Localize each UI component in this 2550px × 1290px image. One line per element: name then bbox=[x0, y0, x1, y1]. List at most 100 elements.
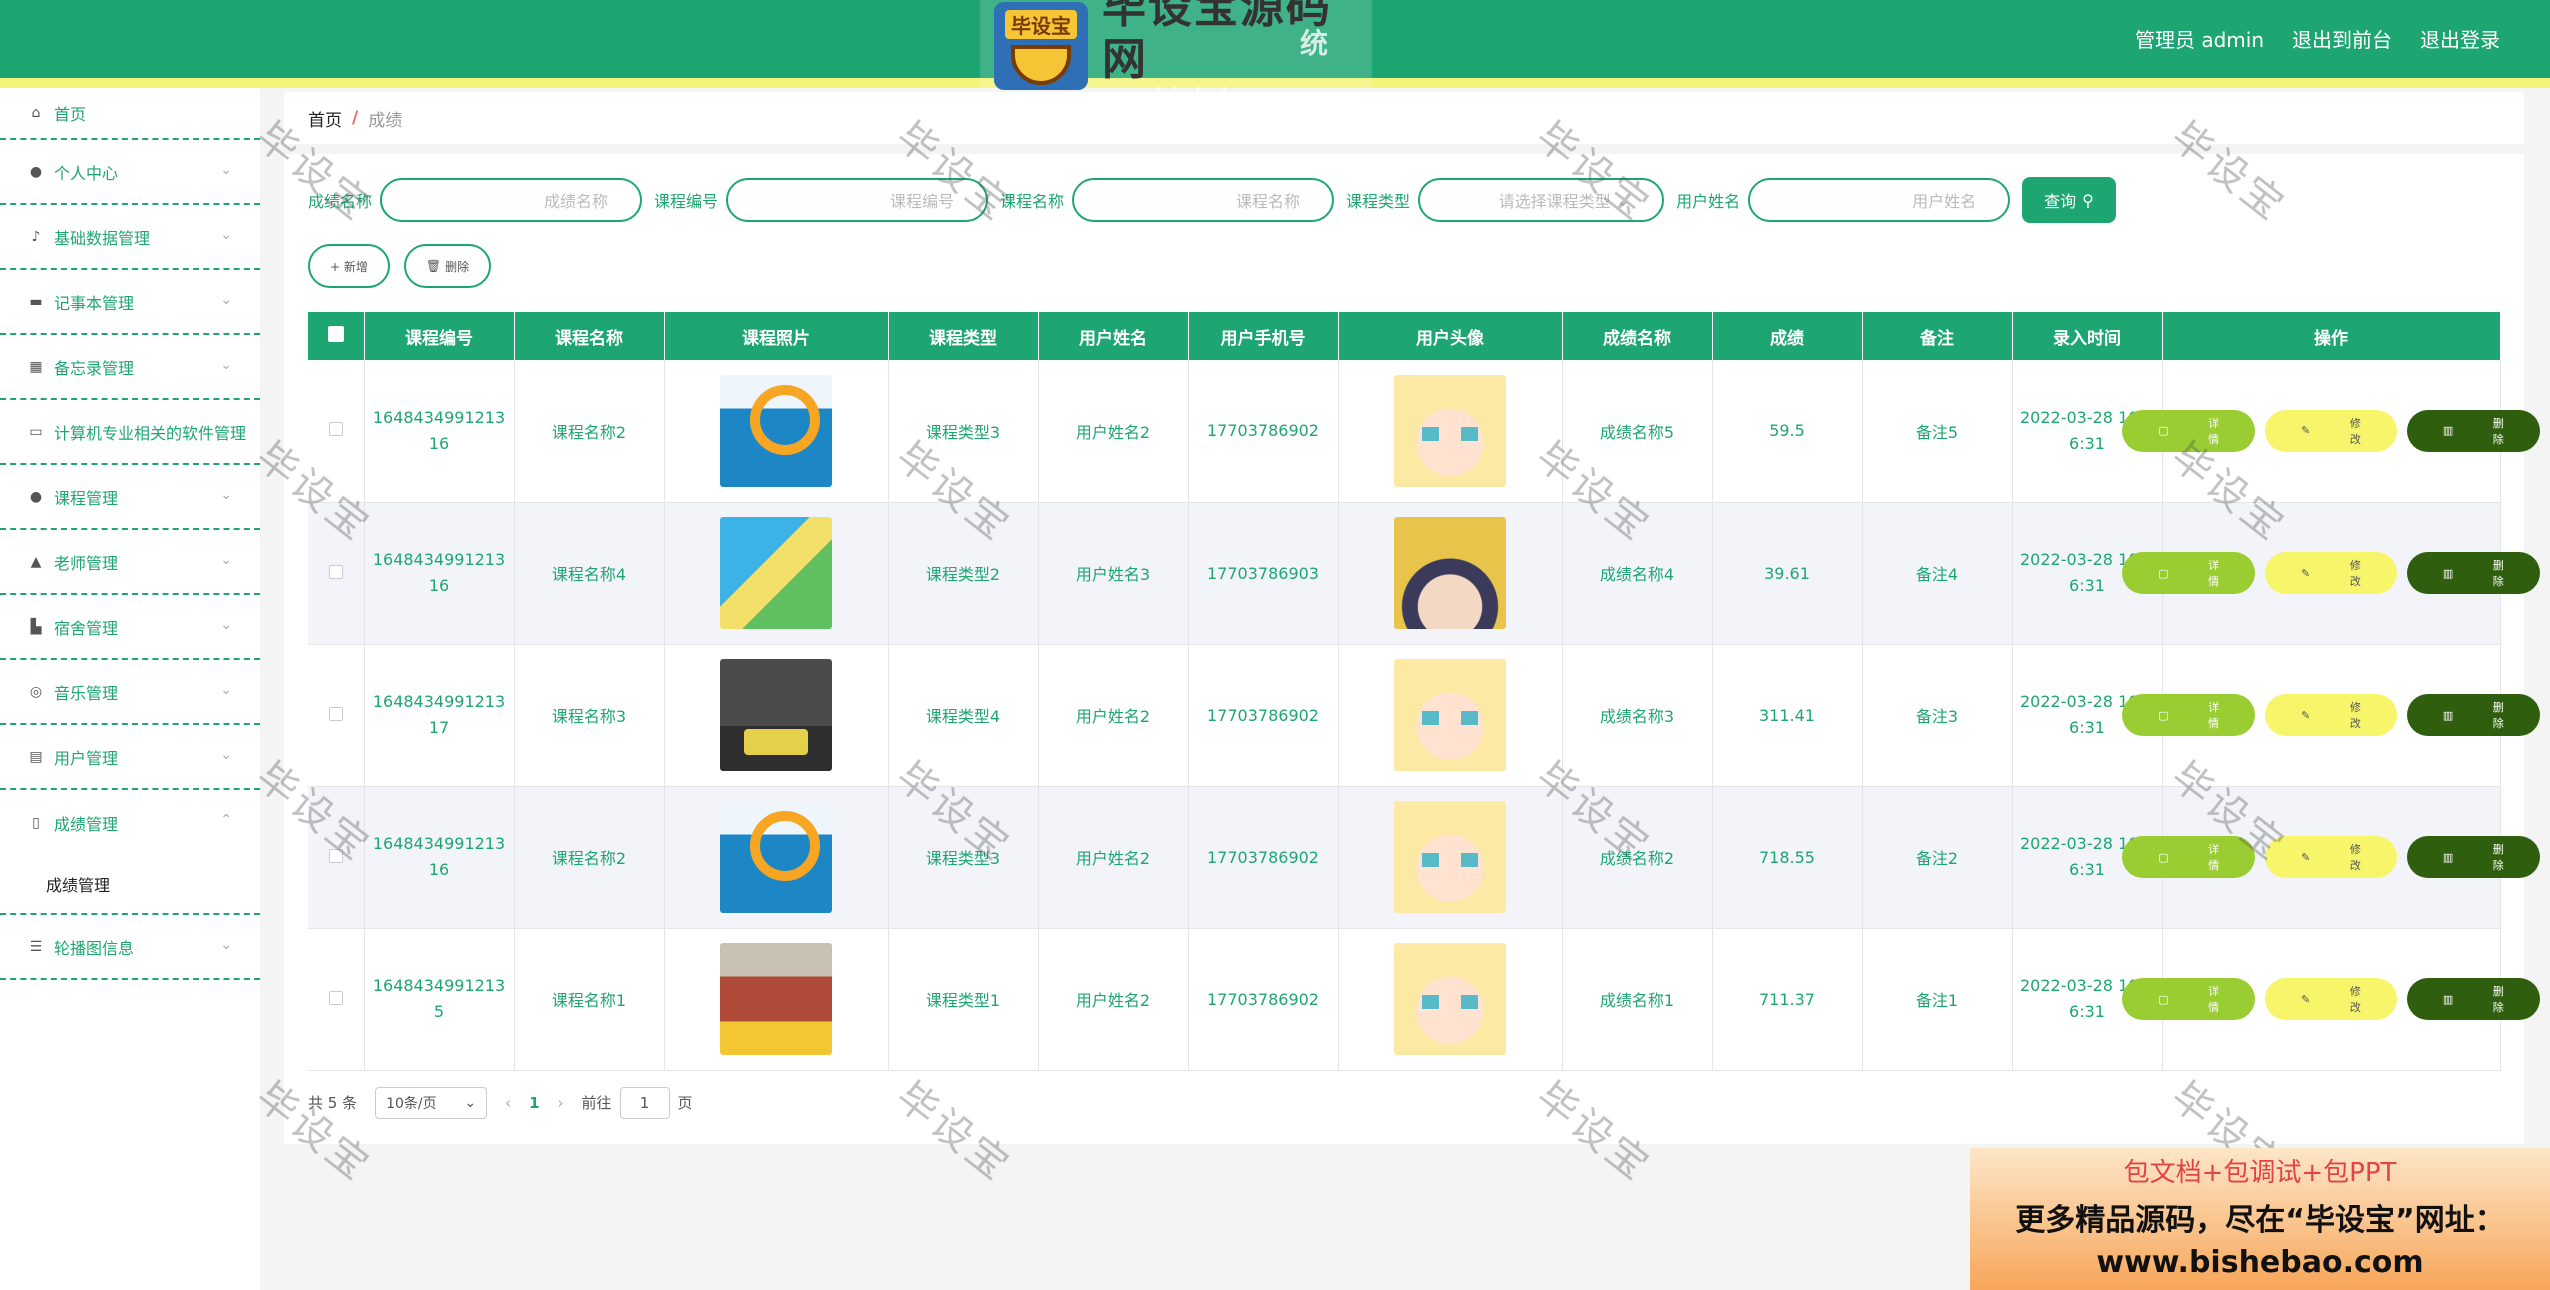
edit-button[interactable]: ✎ 修改 bbox=[2265, 552, 2397, 594]
delete-button[interactable]: ▥ 删除 bbox=[2406, 978, 2540, 1020]
sidebar-item-dorm[interactable]: ▙ 宿舍管理 ⌄ bbox=[0, 595, 260, 660]
user-avatar-image[interactable] bbox=[1394, 943, 1506, 1055]
admin-user-label[interactable]: 管理员 admin bbox=[2135, 24, 2264, 53]
promo-banner[interactable]: 包文档+包调试+包PPT 更多精品源码，尽在“毕设宝”网址： www.bishe… bbox=[1970, 1148, 2550, 1290]
detail-label: 详情 bbox=[2208, 843, 2220, 872]
bell-off-icon: ♪ bbox=[31, 228, 41, 245]
sidebar-item-personal-center[interactable]: ● 个人中心 ⌄ bbox=[0, 140, 260, 205]
logo-badge-icon: 毕设宝 bbox=[994, 2, 1088, 90]
select-all-checkbox[interactable] bbox=[308, 312, 365, 360]
query-button-label: 查询 bbox=[2044, 192, 2077, 211]
delete-button[interactable]: ▥ 删除 bbox=[2406, 694, 2540, 736]
page-size-select[interactable]: 10条/页 ⌄ bbox=[375, 1086, 488, 1119]
goto-prefix: 前往 bbox=[581, 1093, 612, 1112]
row-checkbox[interactable] bbox=[328, 706, 343, 721]
sidebar-item-label: 音乐管理 bbox=[54, 683, 119, 703]
table-row: 164843499121316 课程名称4 课程类型2 用户姓名3 177037… bbox=[308, 502, 2540, 645]
sidebar-item-score[interactable]: ▯ 成绩管理 ⌃ bbox=[0, 790, 260, 855]
cell-course-type: 课程类型3 bbox=[888, 360, 1039, 503]
back-to-front-link[interactable]: 退出到前台 bbox=[2292, 24, 2392, 53]
detail-button[interactable]: ▢ 详情 bbox=[2122, 978, 2256, 1020]
col-header: 备注 bbox=[1862, 312, 2013, 360]
logo-badge-text: 毕设宝 bbox=[1004, 10, 1077, 39]
score-name-input[interactable]: 成绩名称 bbox=[380, 178, 643, 222]
next-page-icon[interactable]: › bbox=[558, 1094, 564, 1112]
edit-button[interactable]: ✎ 修改 bbox=[2265, 836, 2397, 878]
trash-icon: 🗑 bbox=[425, 259, 442, 273]
detail-button[interactable]: ▢ 详情 bbox=[2122, 552, 2256, 594]
cell-score: 311.41 bbox=[1712, 644, 1863, 787]
delete-label: 删除 bbox=[2492, 985, 2504, 1014]
sidebar-item-user[interactable]: ▤ 用户管理 ⌄ bbox=[0, 725, 260, 790]
edit-button[interactable]: ✎ 修改 bbox=[2265, 694, 2397, 736]
clipboard-icon: ▤ bbox=[29, 748, 43, 765]
user-avatar-image[interactable] bbox=[1394, 801, 1506, 913]
course-code-input[interactable]: 课程编号 bbox=[726, 178, 989, 222]
cell-user-phone: 17703786902 bbox=[1188, 360, 1339, 503]
row-checkbox[interactable] bbox=[328, 564, 343, 579]
batch-delete-button[interactable]: 🗑 删除 bbox=[403, 244, 492, 288]
user-name-input[interactable]: 用户姓名 bbox=[1748, 178, 2011, 222]
sidebar-item-notebook[interactable]: ▬ 记事本管理 ⌄ bbox=[0, 270, 260, 335]
add-button[interactable]: + 新增 bbox=[308, 244, 390, 288]
submenu-score-management[interactable]: 成绩管理 bbox=[0, 855, 260, 915]
col-header: 课程照片 bbox=[664, 312, 889, 360]
chevron-down-icon: ⌄ bbox=[220, 162, 232, 178]
edit-label: 修改 bbox=[2349, 559, 2361, 588]
goto-page-input[interactable]: 1 bbox=[619, 1086, 670, 1119]
page-size-value: 10条/页 bbox=[386, 1095, 437, 1112]
cell-course-code: 164843499121316 bbox=[364, 502, 515, 645]
edit-button[interactable]: ✎ 修改 bbox=[2265, 978, 2397, 1020]
detail-button[interactable]: ▢ 详情 bbox=[2122, 409, 2256, 452]
breadcrumb-home[interactable]: 首页 bbox=[308, 106, 342, 131]
user-avatar-image[interactable] bbox=[1394, 374, 1506, 487]
edit-button[interactable]: ✎ 修改 bbox=[2265, 409, 2397, 452]
sidebar-item-label: 轮播图信息 bbox=[54, 938, 135, 958]
delete-button[interactable]: ▥ 删除 bbox=[2406, 836, 2540, 878]
delete-button[interactable]: ▥ 删除 bbox=[2406, 552, 2540, 594]
sidebar-item-software[interactable]: ▭ 计算机专业相关的软件管理 bbox=[0, 400, 260, 465]
course-photo-image[interactable] bbox=[720, 517, 832, 629]
sidebar-item-label: 基础数据管理 bbox=[54, 228, 151, 248]
delete-button[interactable]: ▥ 删除 bbox=[2406, 409, 2540, 452]
sidebar-item-teacher[interactable]: ▲ 老师管理 ⌄ bbox=[0, 530, 260, 595]
detail-label: 详情 bbox=[2208, 416, 2220, 446]
cell-score-name: 成绩名称4 bbox=[1562, 502, 1713, 645]
promo-line-2: 更多精品源码，尽在“毕设宝”网址： bbox=[2015, 1203, 2505, 1238]
col-header: 成绩名称 bbox=[1562, 312, 1713, 360]
search-label-course-name: 课程名称 bbox=[1000, 192, 1065, 211]
user-avatar-image[interactable] bbox=[1394, 659, 1506, 771]
sidebar-item-base-data[interactable]: ♪ 基础数据管理 ⌄ bbox=[0, 205, 260, 270]
col-header: 操作 bbox=[2162, 312, 2501, 360]
course-name-input[interactable]: 课程名称 bbox=[1072, 178, 1335, 222]
sidebar-item-carousel[interactable]: ☰ 轮播图信息 ⌄ bbox=[0, 915, 260, 980]
course-photo-image[interactable] bbox=[720, 943, 832, 1055]
detail-button[interactable]: ▢ 详情 bbox=[2122, 694, 2256, 736]
cell-course-name: 课程名称2 bbox=[514, 360, 665, 503]
prev-page-icon[interactable]: ‹ bbox=[505, 1094, 511, 1112]
user-avatar-image[interactable] bbox=[1394, 517, 1506, 629]
detail-button[interactable]: ▢ 详情 bbox=[2122, 836, 2256, 878]
course-photo-image[interactable] bbox=[720, 801, 832, 913]
page-number-current[interactable]: 1 bbox=[529, 1094, 539, 1112]
score-table: 课程编号 课程名称 课程照片 课程类型 用户姓名 用户手机号 用户头像 成绩名称… bbox=[308, 312, 2540, 1071]
mic-icon: ▯ bbox=[32, 814, 40, 831]
sidebar-item-label: 首页 bbox=[54, 105, 87, 124]
trash-icon: ▥ bbox=[2442, 708, 2457, 722]
logout-link[interactable]: 退出登录 bbox=[2420, 24, 2500, 53]
edit-label: 修改 bbox=[2349, 701, 2361, 730]
sidebar-item-home[interactable]: ⌂ 首页 bbox=[0, 88, 260, 140]
sidebar-item-music[interactable]: ◎ 音乐管理 ⌄ bbox=[0, 660, 260, 725]
sidebar-item-memo[interactable]: ▦ 备忘录管理 ⌄ bbox=[0, 335, 260, 400]
row-checkbox[interactable] bbox=[328, 422, 343, 437]
sidebar-item-course[interactable]: ● 课程管理 ⌄ bbox=[0, 465, 260, 530]
course-type-select[interactable]: 请选择课程类型 ⌄ bbox=[1418, 178, 1665, 222]
course-photo-image[interactable] bbox=[720, 659, 832, 771]
cell-user-name: 用户姓名2 bbox=[1038, 644, 1189, 787]
course-photo-image[interactable] bbox=[720, 374, 832, 487]
query-button[interactable]: 查询 ⚲ bbox=[2022, 177, 2116, 223]
cell-user-phone: 17703786903 bbox=[1188, 502, 1339, 645]
row-checkbox[interactable] bbox=[328, 848, 343, 863]
row-checkbox[interactable] bbox=[328, 990, 343, 1005]
col-header: 课程类型 bbox=[888, 312, 1039, 360]
